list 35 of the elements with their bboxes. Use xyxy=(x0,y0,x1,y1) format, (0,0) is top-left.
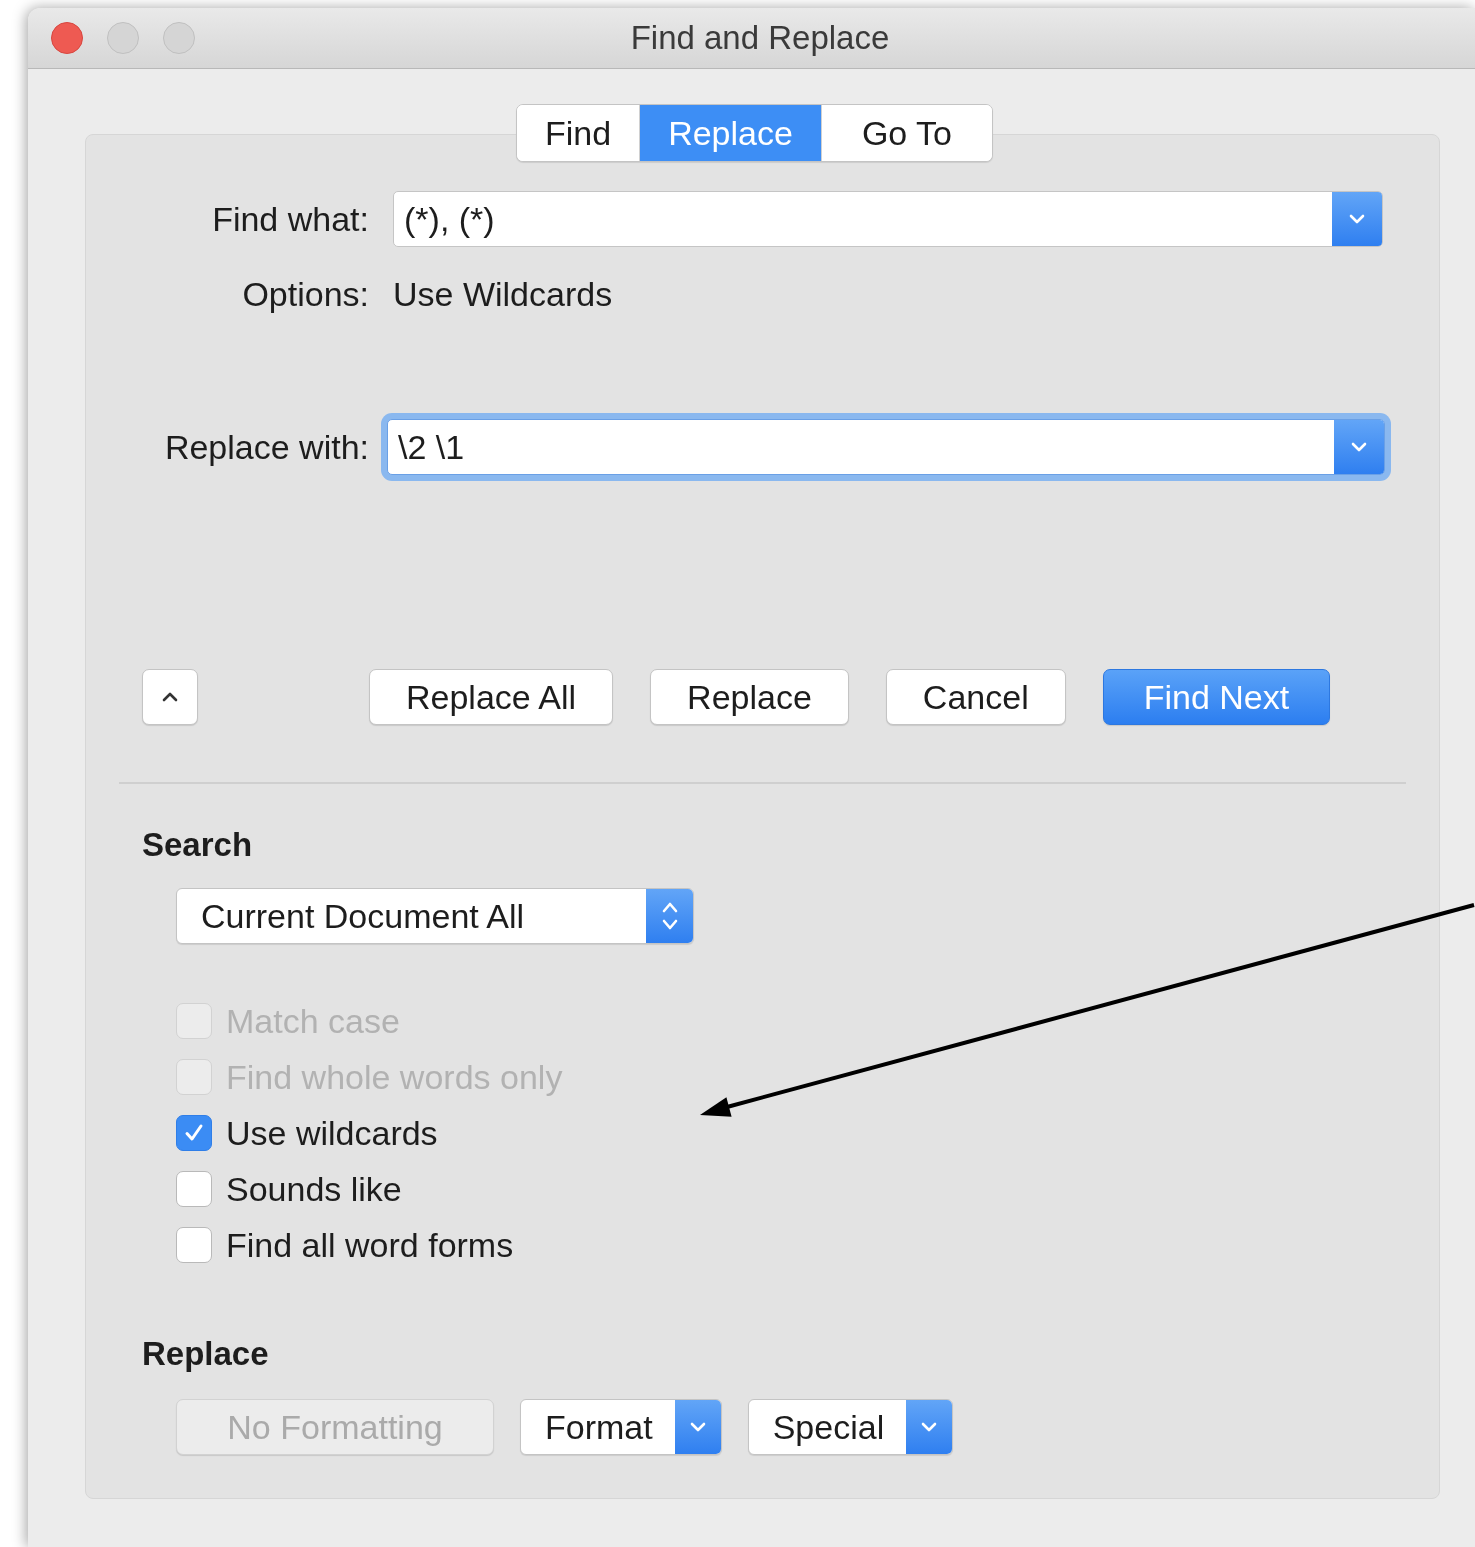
chevron-down-icon xyxy=(1350,441,1368,453)
popup-button[interactable]: Current Document All xyxy=(176,888,694,944)
chevron-down-icon xyxy=(688,1421,707,1433)
checkbox[interactable] xyxy=(176,1171,212,1207)
collapse-button[interactable] xyxy=(142,669,198,725)
checkbox[interactable] xyxy=(176,1227,212,1263)
menu-button[interactable]: Format xyxy=(520,1399,722,1455)
checkbox-label: Use wildcards xyxy=(226,1113,438,1153)
field-value: \2 \1 xyxy=(397,426,466,468)
field-label: Replace with: xyxy=(163,427,369,468)
checkbox-label: Sounds like xyxy=(226,1169,402,1209)
tab[interactable]: Find xyxy=(517,105,641,161)
section-heading: Search xyxy=(142,826,254,864)
field-label: Find what: xyxy=(211,199,369,240)
menu-button[interactable]: Special xyxy=(747,1399,954,1455)
checkbox-label: Find all word forms xyxy=(226,1225,514,1265)
tab[interactable]: Go To xyxy=(821,105,992,161)
field-label: Options: xyxy=(241,275,369,313)
zoom-button[interactable] xyxy=(163,22,195,54)
window-title: Find and Replace xyxy=(630,19,890,57)
combo-field[interactable]: (*), (*) xyxy=(393,191,1383,247)
chevron-up-icon xyxy=(160,690,180,704)
chevron-down-icon xyxy=(1348,213,1366,225)
checkbox[interactable] xyxy=(176,1115,212,1151)
push-button[interactable]: Cancel xyxy=(885,669,1066,725)
close-button[interactable] xyxy=(51,22,83,54)
dropdown-button[interactable] xyxy=(1332,192,1382,246)
field-value: (*), (*) xyxy=(403,198,496,240)
options-value: Use Wildcards xyxy=(393,275,614,313)
chevron-down-icon xyxy=(920,1421,939,1433)
dropdown-button[interactable] xyxy=(1334,420,1384,474)
push-button[interactable]: Replace All xyxy=(369,669,614,725)
push-button[interactable]: Replace xyxy=(650,669,849,725)
minimize-button[interactable] xyxy=(107,22,139,54)
section-heading: Replace xyxy=(142,1335,270,1373)
